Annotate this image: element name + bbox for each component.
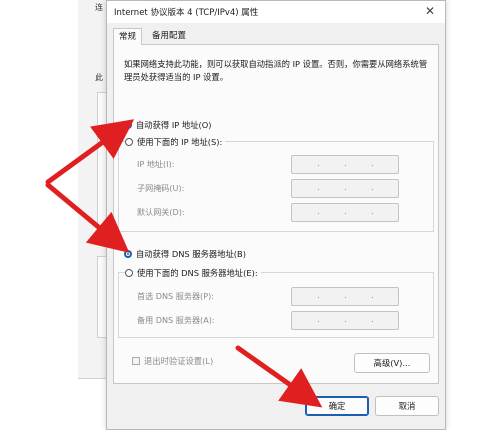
radio-unchecked-icon <box>125 138 133 146</box>
preferred-dns-label: 首选 DNS 服务器(P): <box>137 291 214 301</box>
ip-address-label: IP 地址(I): <box>137 159 175 169</box>
subnet-mask-label: 子网掩码(U): <box>137 183 185 193</box>
cancel-button[interactable]: 取消 <box>375 396 439 416</box>
dialog-titlebar: Internet 协议版本 4 (TCP/IPv4) 属性 ✕ <box>107 1 445 23</box>
auto-ip-radio[interactable]: 自动获得 IP 地址(O) <box>124 119 212 131</box>
validate-on-exit-checkbox[interactable]: 退出时验证设置(L) <box>132 355 213 367</box>
auto-ip-label: 自动获得 IP 地址(O) <box>136 120 212 130</box>
ip-address-input[interactable]: ... <box>291 155 399 174</box>
default-gateway-label: 默认网关(D): <box>137 207 185 217</box>
radio-unchecked-icon <box>125 269 133 277</box>
general-tab-panel: 如果网络支持此功能，则可以获取自动指派的 IP 设置。否则，你需要从网络系统管理… <box>113 44 439 384</box>
advanced-button[interactable]: 高级(V)... <box>354 353 430 373</box>
alternate-dns-input[interactable]: ... <box>291 311 399 330</box>
dialog-title: Internet 协议版本 4 (TCP/IPv4) 属性 <box>114 8 259 18</box>
manual-dns-radio[interactable]: 使用下面的 DNS 服务器地址(E): <box>125 267 261 279</box>
manual-ip-label: 使用下面的 IP 地址(S): <box>137 137 223 147</box>
alternate-dns-label: 备用 DNS 服务器(A): <box>137 315 215 325</box>
description-text: 如果网络支持此功能，则可以获取自动指派的 IP 设置。否则，你需要从网络系统管理… <box>124 59 428 82</box>
subnet-mask-input[interactable]: ... <box>291 179 399 198</box>
default-gateway-input[interactable]: ... <box>291 203 399 222</box>
validate-on-exit-label: 退出时验证设置(L) <box>144 356 214 366</box>
radio-checked-icon <box>124 121 132 129</box>
checkbox-unchecked-icon <box>132 357 140 365</box>
tab-alternate-configuration[interactable]: 备用配置 <box>147 28 192 44</box>
ipv4-properties-dialog: Internet 协议版本 4 (TCP/IPv4) 属性 ✕ 常规 备用配置 … <box>106 0 446 430</box>
manual-dns-label: 使用下面的 DNS 服务器地址(E): <box>137 268 258 278</box>
auto-dns-radio[interactable]: 自动获得 DNS 服务器地址(B) <box>124 248 246 260</box>
manual-ip-radio[interactable]: 使用下面的 IP 地址(S): <box>125 136 226 148</box>
auto-dns-label: 自动获得 DNS 服务器地址(B) <box>136 249 246 259</box>
close-icon[interactable]: ✕ <box>425 4 435 18</box>
manual-ip-group: 使用下面的 IP 地址(S): IP 地址(I): ... 子网掩码(U): .… <box>118 136 434 232</box>
manual-dns-group: 使用下面的 DNS 服务器地址(E): 首选 DNS 服务器(P): ... 备… <box>118 267 434 338</box>
ok-button[interactable]: 确定 <box>305 396 369 416</box>
preferred-dns-input[interactable]: ... <box>291 287 399 306</box>
radio-checked-icon <box>124 250 132 258</box>
background-window-label-2: 此 <box>95 73 103 82</box>
tab-general[interactable]: 常规 <box>113 28 143 45</box>
background-window-label-1: 连 <box>95 3 103 12</box>
